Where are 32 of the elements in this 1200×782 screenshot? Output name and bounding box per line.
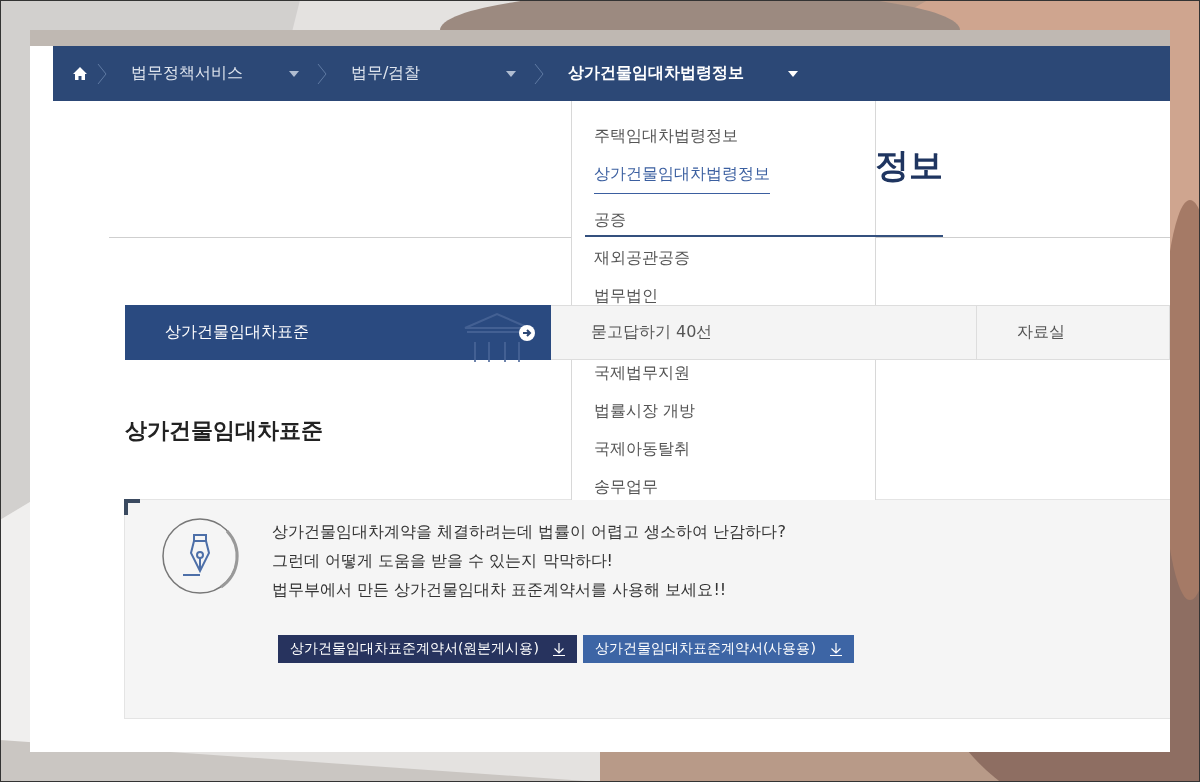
chevron-icon — [97, 62, 107, 85]
download-icon — [552, 642, 565, 656]
info-text: 상가건물임대차계약을 체결하려는데 법률이 어렵고 생소하여 난감하다? — [272, 521, 787, 543]
menu-item[interactable]: 공증 — [594, 208, 626, 232]
chevron-icon — [534, 62, 544, 85]
tab[interactable]: 자료실 — [977, 305, 1170, 360]
breadcrumb-link[interactable]: 상가건물임대차법령정보 — [568, 63, 744, 84]
corner-mark-icon — [124, 499, 140, 515]
menu-item[interactable]: 재외공관공증 — [594, 246, 690, 270]
menu-item[interactable]: 상가건물임대차법령정보 — [594, 162, 770, 194]
menu-item[interactable]: 국제법무지원 — [594, 361, 690, 385]
menu-item[interactable]: 국제아동탈취 — [594, 437, 690, 461]
home-icon[interactable] — [73, 67, 87, 80]
download-icon — [829, 642, 842, 656]
tab[interactable]: 상가건물임대차표준 — [125, 305, 551, 360]
fountain-pen-icon — [161, 517, 241, 597]
breadcrumb-link[interactable]: 법무정책서비스 — [131, 63, 243, 84]
menu-item[interactable]: 주택임대차법령정보 — [594, 124, 738, 148]
tab[interactable]: 묻고답하기 40선 — [551, 305, 977, 360]
menu-item[interactable]: 법무법인 — [594, 284, 658, 308]
download-button[interactable]: 상가건물임대차표준계약서(사용용) — [582, 635, 854, 663]
caret-icon[interactable] — [289, 70, 299, 77]
menu-item[interactable]: 송무업무 — [594, 475, 658, 499]
info-text: 법무부에서 만든 상가건물임대차 표준계약서를 사용해 보세요!! — [272, 579, 728, 601]
info-text: 그런데 어떻게 도움을 받을 수 있는지 막막하다! — [272, 550, 614, 572]
chevron-icon — [317, 62, 327, 85]
page-title: 정보 — [875, 144, 943, 187]
arrow-circle-icon — [519, 325, 535, 341]
menu-item[interactable]: 법률시장 개방 — [594, 399, 696, 423]
download-button[interactable]: 상가건물임대차표준계약서(원본게시용) — [278, 635, 577, 663]
breadcrumb-link[interactable]: 법무/검찰 — [351, 63, 421, 84]
section-heading: 상가건물임대차표준 — [125, 417, 323, 445]
